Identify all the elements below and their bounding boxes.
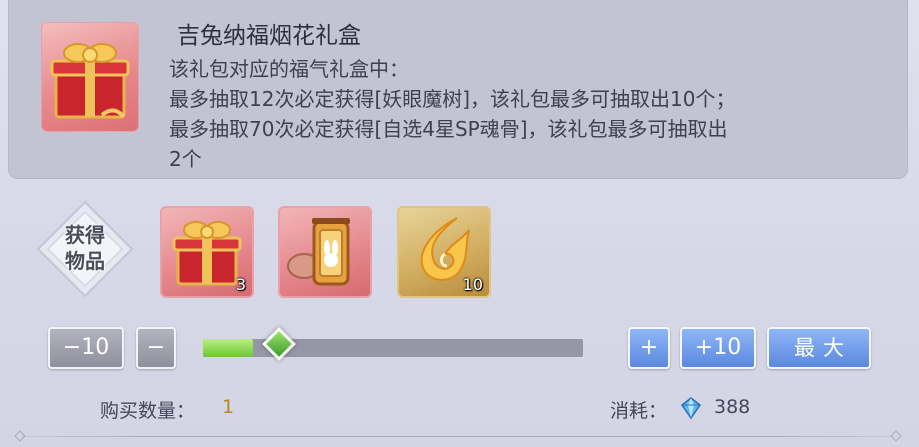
minus-button[interactable]: − [136, 327, 176, 369]
item-count: 3 [235, 275, 246, 294]
item-count: 10 [462, 275, 483, 294]
description-line: 2个 [169, 147, 202, 171]
gift-box-image [41, 22, 139, 132]
gift-info-panel: 吉兔纳福烟花礼盒 该礼包对应的福气礼盒中： 最多抽取12次必定获得[妖眼魔树]，… [8, 0, 908, 179]
diamond-currency-icon [679, 396, 703, 420]
quantity-slider-track[interactable] [203, 339, 583, 357]
purchase-quantity-label: 购买数量： [100, 400, 196, 422]
description-line: 最多抽取12次必定获得[妖眼魔树]，该礼包最多可抽取出10个； [169, 87, 736, 111]
reward-item-flame-spirit[interactable]: 10 [397, 206, 491, 298]
obtained-items-badge: 获得 物品 [36, 200, 134, 298]
badge-label-line: 物品 [65, 249, 105, 273]
minus-10-button[interactable]: −10 [48, 327, 124, 369]
cost-value: 388 [714, 396, 751, 418]
quantity-slider-fill [203, 339, 253, 357]
reward-item-gift-box[interactable]: 3 [160, 206, 254, 298]
gift-title: 吉兔纳福烟花礼盒 [177, 23, 361, 49]
badge-label-line: 获得 [65, 223, 105, 247]
footer-divider [22, 436, 894, 437]
purchase-quantity-value: 1 [222, 396, 235, 418]
plus-button[interactable]: + [628, 327, 670, 369]
plus-10-button[interactable]: +10 [680, 327, 756, 369]
cost-label: 消耗： [610, 400, 668, 422]
description-line: 该礼包对应的福气礼盒中： [169, 57, 409, 81]
badge-label: 获得 物品 [36, 222, 134, 274]
max-button[interactable]: 最大 [767, 327, 871, 369]
divider-ornament [890, 430, 902, 442]
reward-item-rabbit-box[interactable] [278, 206, 372, 298]
rabbit-lantern-box-icon [287, 218, 350, 286]
description-line: 最多抽取70次必定获得[自选4星SP魂骨]，该礼包最多可抽取出 [169, 117, 728, 141]
red-gift-box-icon [50, 43, 130, 119]
gift-description: 该礼包对应的福气礼盒中： 最多抽取12次必定获得[妖眼魔树]，该礼包最多可抽取出… [169, 54, 909, 174]
